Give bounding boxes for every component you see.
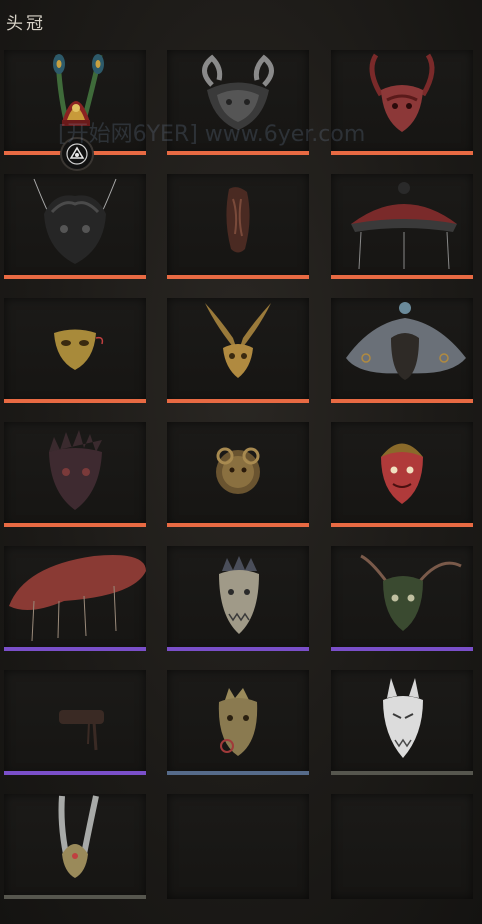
lion-mask-icon xyxy=(216,447,260,494)
hood-icon xyxy=(346,302,466,380)
rarity-bar xyxy=(167,399,309,403)
slot-gold-half-mask[interactable] xyxy=(4,298,146,403)
silver-feather-icon xyxy=(58,795,99,878)
rarity-bar xyxy=(4,275,146,279)
rarity-bar xyxy=(167,895,309,899)
rarity-bar xyxy=(4,399,146,403)
rarity-bar xyxy=(331,399,473,403)
slot-white-wolf-mask[interactable] xyxy=(331,670,473,775)
dragon-helm-icon xyxy=(219,556,259,634)
slot-peacock-feather-crown[interactable] xyxy=(4,50,146,171)
gold-mask-icon xyxy=(54,329,104,370)
feather-crown-icon xyxy=(53,54,104,126)
rarity-bar xyxy=(4,771,146,775)
horned-skull-icon xyxy=(202,54,274,130)
black-demon-mask-icon xyxy=(33,178,117,264)
rarity-bar xyxy=(331,771,473,775)
slot-red-faced-crown[interactable] xyxy=(331,422,473,527)
rarity-bar xyxy=(4,647,146,651)
red-face-icon xyxy=(381,443,423,504)
wood-mask-icon xyxy=(226,187,250,253)
slot-empty-1[interactable] xyxy=(167,794,309,899)
slot-green-horned-mask[interactable] xyxy=(331,546,473,651)
slot-gold-beast-helm[interactable] xyxy=(167,670,309,775)
page-title: 头冠 xyxy=(6,14,46,34)
headband-icon xyxy=(59,710,104,751)
spiked-mask-icon xyxy=(49,430,102,510)
slot-red-parasol-hat[interactable] xyxy=(331,174,473,279)
slot-gray-cloth-hood[interactable] xyxy=(331,298,473,403)
slot-dark-spiked-mask[interactable] xyxy=(4,422,146,527)
rarity-bar xyxy=(167,647,309,651)
rarity-bar xyxy=(167,275,309,279)
slot-headband[interactable] xyxy=(4,670,146,775)
rarity-bar xyxy=(167,151,309,155)
slot-gold-winged-mask[interactable] xyxy=(167,298,309,403)
slot-silver-feather-crown[interactable] xyxy=(4,794,146,899)
rarity-bar xyxy=(331,895,473,899)
rarity-bar xyxy=(331,523,473,527)
mushroom-hat-icon xyxy=(9,555,146,642)
rarity-bar xyxy=(167,523,309,527)
parasol-hat-icon xyxy=(351,182,457,270)
rarity-bar xyxy=(331,275,473,279)
wolf-mask-icon xyxy=(383,678,423,758)
slot-dragon-head-helm[interactable] xyxy=(167,546,309,651)
equipped-icon xyxy=(66,143,88,165)
rarity-bar xyxy=(331,647,473,651)
slot-empty-2[interactable] xyxy=(331,794,473,899)
slot-red-horned-mask[interactable] xyxy=(331,50,473,155)
equipped-badge xyxy=(60,137,94,171)
slot-ram-horn-mask[interactable] xyxy=(167,50,309,155)
rarity-bar xyxy=(4,895,146,899)
header: 头冠 xyxy=(0,0,482,38)
winged-mask-icon xyxy=(205,303,271,378)
red-demon-mask-icon xyxy=(369,53,435,132)
slot-mushroom-hat[interactable] xyxy=(4,546,146,651)
rarity-bar xyxy=(4,523,146,527)
slot-black-flame-mask[interactable] xyxy=(4,174,146,279)
green-demon-icon xyxy=(360,554,462,631)
slot-bronze-lion-mask[interactable] xyxy=(167,422,309,527)
rarity-bar xyxy=(167,771,309,775)
beast-helm-icon xyxy=(218,688,258,756)
rarity-bar xyxy=(331,151,473,155)
slot-twisted-wood-mask[interactable] xyxy=(167,174,309,279)
